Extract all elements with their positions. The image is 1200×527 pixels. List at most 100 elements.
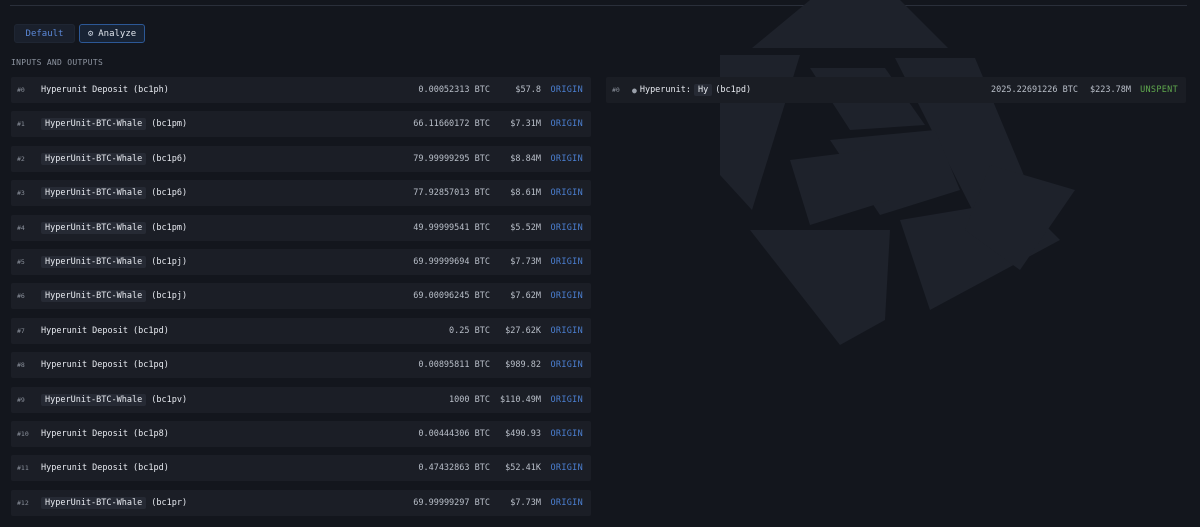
input-usd-value: $8.84M (510, 153, 541, 164)
input-row[interactable]: #5 HyperUnit-BTC-Whale (bc1pj) 69.99999694 … (11, 248, 591, 275)
input-status[interactable]: ORIGIN (550, 188, 583, 198)
input-usd-value: $490.93 (505, 428, 541, 439)
input-address[interactable]: (bc1pj) (151, 257, 187, 267)
tab-default[interactable]: Default (14, 24, 75, 43)
output-row[interactable]: #0 ● Hyperunit: Hy (bc1pd) 2025.22691226 BTC $… (606, 77, 1186, 103)
section-title: INPUTS AND OUTPUTS (11, 58, 104, 67)
input-status[interactable]: ORIGIN (550, 395, 583, 405)
output-entity-label[interactable]: Hy (694, 84, 713, 96)
input-entity-label[interactable]: Hyperunit Deposit (41, 429, 128, 439)
input-status[interactable]: ORIGIN (550, 257, 583, 267)
input-address[interactable]: (bc1pv) (151, 395, 187, 405)
input-row[interactable]: #3 HyperUnit-BTC-Whale (bc1p6) 77.92857013 … (11, 180, 591, 207)
input-status[interactable]: ORIGIN (550, 326, 583, 336)
output-entity[interactable]: ● Hyperunit: Hy (bc1pd) (632, 84, 751, 96)
input-amount: 0.00895811 BTC (418, 360, 490, 371)
input-index: #4 (17, 223, 25, 232)
input-row[interactable]: #9 HyperUnit-BTC-Whale (bc1pv) 1000 BTC $110… (11, 386, 591, 413)
input-entity-label[interactable]: HyperUnit-BTC-Whale (41, 393, 147, 406)
input-row[interactable]: #2 HyperUnit-BTC-Whale (bc1p6) 79.99999295 … (11, 145, 591, 172)
input-entity-label[interactable]: HyperUnit-BTC-Whale (41, 152, 147, 165)
input-index: #11 (17, 464, 29, 473)
input-address[interactable]: (bc1pm) (151, 119, 187, 129)
input-index: #8 (17, 361, 25, 370)
input-index: #7 (17, 326, 25, 335)
input-entity[interactable]: HyperUnit-BTC-Whale (bc1pr) (41, 496, 187, 509)
output-address[interactable]: (bc1pd) (715, 85, 751, 95)
input-amount: 69.99999694 BTC (413, 256, 490, 267)
input-address[interactable]: (bc1p8) (133, 429, 169, 439)
output-status[interactable]: UNSPENT (1140, 85, 1178, 95)
input-row[interactable]: #11 Hyperunit Deposit (bc1pd) 0.47432863 BT… (11, 455, 591, 482)
input-entity[interactable]: HyperUnit-BTC-Whale (bc1pj) (41, 290, 187, 303)
input-amount: 0.25 BTC (449, 325, 490, 336)
input-entity-label[interactable]: HyperUnit-BTC-Whale (41, 187, 147, 200)
input-entity[interactable]: Hyperunit Deposit (bc1ph) (41, 85, 169, 95)
input-entity-label[interactable]: HyperUnit-BTC-Whale (41, 290, 147, 303)
input-entity[interactable]: HyperUnit-BTC-Whale (bc1pv) (41, 393, 187, 406)
input-row[interactable]: #6 HyperUnit-BTC-Whale (bc1pj) 69.00096245 … (11, 283, 591, 310)
input-entity-label[interactable]: HyperUnit-BTC-Whale (41, 118, 147, 131)
input-status[interactable]: ORIGIN (550, 463, 583, 473)
input-row[interactable]: #8 Hyperunit Deposit (bc1pq) 0.00895811 BTC… (11, 352, 591, 379)
input-entity[interactable]: Hyperunit Deposit (bc1pq) (41, 360, 169, 370)
input-entity[interactable]: Hyperunit Deposit (bc1pd) (41, 326, 169, 336)
input-entity-label[interactable]: HyperUnit-BTC-Whale (41, 221, 147, 234)
input-address[interactable]: (bc1p6) (151, 154, 187, 164)
input-status[interactable]: ORIGIN (550, 291, 583, 301)
input-row[interactable]: #7 Hyperunit Deposit (bc1pd) 0.25 BTC $27.62… (11, 317, 591, 344)
input-entity[interactable]: Hyperunit Deposit (bc1p8) (41, 429, 169, 439)
input-row[interactable]: #10 Hyperunit Deposit (bc1p8) 0.00444306 BT… (11, 420, 591, 447)
input-entity[interactable]: HyperUnit-BTC-Whale (bc1pm) (41, 118, 187, 131)
input-entity[interactable]: HyperUnit-BTC-Whale (bc1pj) (41, 255, 187, 268)
output-index: #0 (612, 86, 620, 94)
input-entity-label[interactable]: HyperUnit-BTC-Whale (41, 496, 147, 509)
input-usd-value: $52.41K (505, 463, 541, 474)
input-status[interactable]: ORIGIN (550, 360, 583, 370)
input-status[interactable]: ORIGIN (550, 119, 583, 129)
input-amount: 0.00444306 BTC (418, 428, 490, 439)
input-status[interactable]: ORIGIN (550, 154, 583, 164)
input-entity-label[interactable]: Hyperunit Deposit (41, 463, 128, 473)
input-address[interactable]: (bc1pj) (151, 291, 187, 301)
input-address[interactable]: (bc1p6) (151, 188, 187, 198)
input-entity[interactable]: HyperUnit-BTC-Whale (bc1pm) (41, 221, 187, 234)
input-entity-label[interactable]: Hyperunit Deposit (41, 326, 128, 336)
input-usd-value: $27.62K (505, 325, 541, 336)
input-amount: 0.47432863 BTC (418, 463, 490, 474)
input-status[interactable]: ORIGIN (550, 223, 583, 233)
input-entity[interactable]: HyperUnit-BTC-Whale (bc1p6) (41, 152, 187, 165)
arkham-logo-icon (720, 0, 1075, 345)
input-index: #10 (17, 429, 29, 438)
input-status[interactable]: ORIGIN (550, 429, 583, 439)
input-address[interactable]: (bc1pd) (133, 326, 169, 336)
input-usd-value: $7.73M (510, 497, 541, 508)
input-entity[interactable]: Hyperunit Deposit (bc1pd) (41, 463, 169, 473)
input-entity-label[interactable]: Hyperunit Deposit (41, 85, 128, 95)
input-entity-label[interactable]: HyperUnit-BTC-Whale (41, 255, 147, 268)
input-row[interactable]: #4 HyperUnit-BTC-Whale (bc1pm) 49.99999541 … (11, 214, 591, 241)
input-address[interactable]: (bc1pd) (133, 463, 169, 473)
input-index: #12 (17, 498, 29, 507)
input-entity[interactable]: HyperUnit-BTC-Whale (bc1p6) (41, 187, 187, 200)
input-entity-label[interactable]: Hyperunit Deposit (41, 360, 128, 370)
view-tabs: Default ⚙ Analyze (14, 24, 145, 43)
output-amount: 2025.22691226 BTC (991, 85, 1078, 95)
input-row[interactable]: #12 HyperUnit-BTC-Whale (bc1pr) 69.99999297… (11, 489, 591, 516)
input-status[interactable]: ORIGIN (550, 498, 583, 508)
tab-default-label: Default (25, 28, 64, 39)
input-index: #6 (17, 292, 25, 301)
input-address[interactable]: (bc1ph) (133, 85, 169, 95)
output-entity-prefix[interactable]: Hyperunit: (640, 85, 691, 95)
tab-analyze[interactable]: ⚙ Analyze (79, 24, 145, 43)
input-row[interactable]: #0 Hyperunit Deposit (bc1ph) 0.00052313 BTC… (11, 77, 591, 103)
inputs-list: #0 Hyperunit Deposit (bc1ph) 0.00052313 BTC… (11, 77, 591, 524)
input-status[interactable]: ORIGIN (550, 85, 583, 95)
input-address[interactable]: (bc1pm) (151, 223, 187, 233)
input-row[interactable]: #1 HyperUnit-BTC-Whale (bc1pm) 66.11660172 … (11, 111, 591, 138)
transaction-page: Default ⚙ Analyze INPUTS AND OUTPUTS #0 H… (0, 0, 1200, 527)
input-address[interactable]: (bc1pq) (133, 360, 169, 370)
input-address[interactable]: (bc1pr) (151, 498, 187, 508)
input-amount: 1000 BTC (449, 394, 490, 405)
input-amount: 66.11660172 BTC (413, 119, 490, 130)
